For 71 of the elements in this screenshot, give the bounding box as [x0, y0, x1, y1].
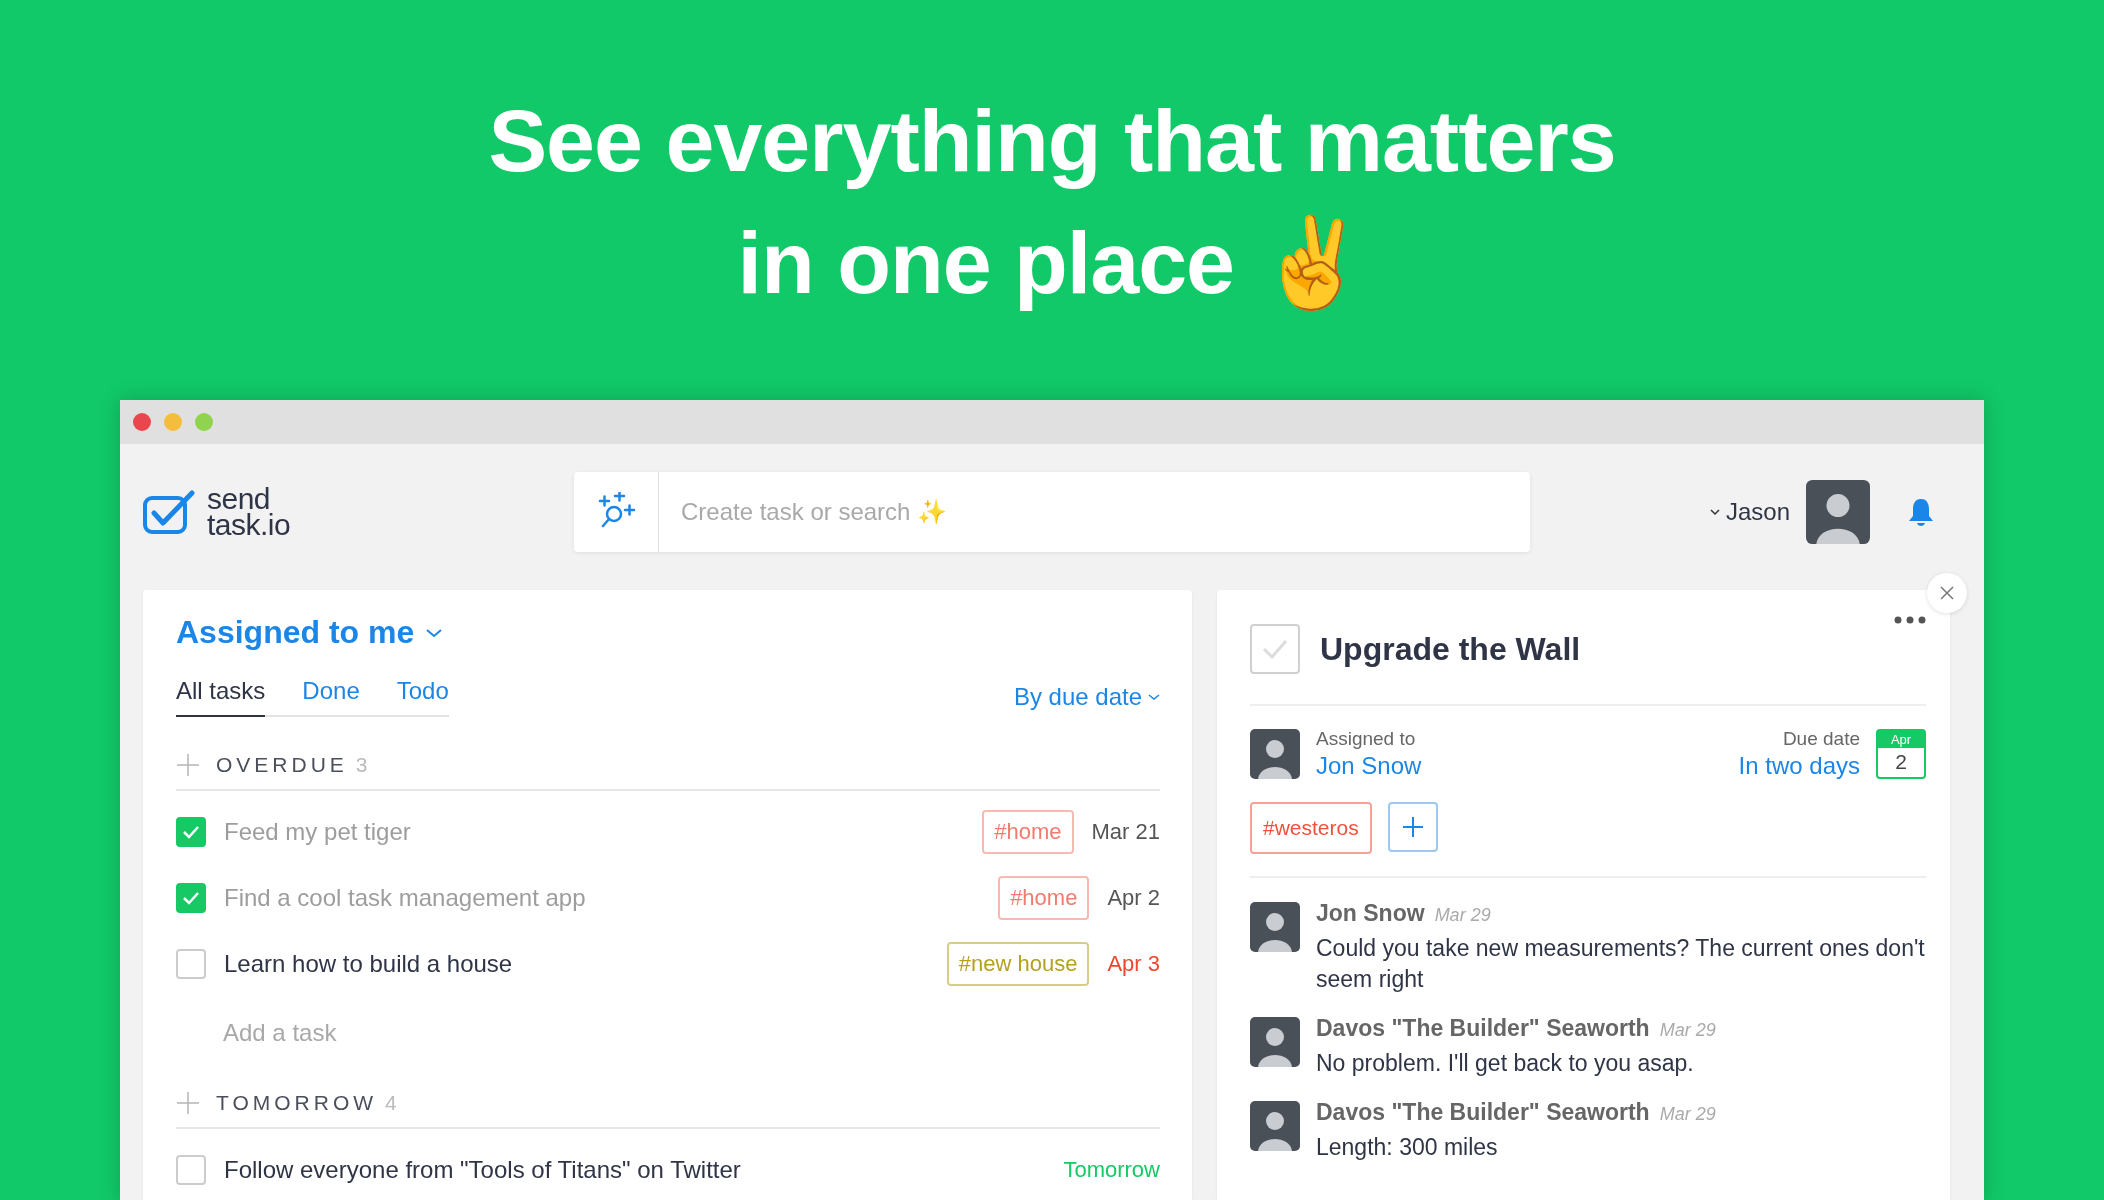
- task-tag[interactable]: #new house: [946, 942, 1090, 986]
- plus-icon: [176, 1091, 200, 1115]
- headline: See everything that matters: [488, 90, 1616, 192]
- person-avatar: [1250, 729, 1300, 779]
- caret-icon: [426, 627, 443, 638]
- field-label: Assigned to: [1316, 728, 1417, 750]
- caret-icon: [1148, 693, 1160, 701]
- sort-dropdown[interactable]: By due date: [1013, 683, 1160, 711]
- task-checkbox[interactable]: [176, 1155, 206, 1185]
- task-checkbox[interactable]: [176, 817, 206, 847]
- comment-date: Mar 29: [1659, 1020, 1716, 1041]
- section-count: 4: [385, 1091, 397, 1115]
- due-date: Mar 21: [1091, 819, 1160, 845]
- task-title[interactable]: Feed my pet tiger: [224, 818, 965, 846]
- section-title: TOMORROW: [216, 1091, 378, 1115]
- plus-icon: [1401, 816, 1424, 838]
- due-date: Tomorrow: [1063, 1157, 1160, 1183]
- field-label: Due date: [1782, 728, 1860, 750]
- task-tag[interactable]: #home: [998, 876, 1090, 920]
- task-checkbox[interactable]: [176, 949, 206, 979]
- due-date-link[interactable]: In two days: [1738, 752, 1860, 780]
- filter-tab[interactable]: All tasks: [176, 677, 266, 717]
- window-close-button[interactable]: [133, 413, 151, 431]
- more-icon: [1894, 616, 1926, 624]
- due-date: Apr 2: [1107, 885, 1160, 911]
- comment-date: Mar 29: [1659, 1104, 1716, 1125]
- person-avatar: [1250, 1101, 1300, 1151]
- task-tag[interactable]: #westeros: [1250, 802, 1372, 854]
- window-minimize-button[interactable]: [164, 413, 182, 431]
- add-tag-button[interactable]: [1387, 802, 1438, 852]
- task-title: Upgrade the Wall: [1320, 630, 1582, 668]
- add-task-field[interactable]: Add a task: [176, 1019, 1160, 1047]
- checkbox-logo-icon: [143, 490, 195, 534]
- check-icon: [182, 825, 200, 839]
- comment-author: Jon Snow: [1316, 900, 1425, 927]
- comment-date: Mar 29: [1434, 905, 1491, 926]
- comment-text: No problem. I'll get back to you asap.: [1316, 1049, 1695, 1078]
- close-button[interactable]: [1927, 573, 1967, 613]
- check-icon: [182, 891, 200, 905]
- plus-icon: [176, 753, 200, 777]
- comment-author: Davos "The Builder" Seaworth: [1316, 1015, 1650, 1042]
- search-bar[interactable]: Create task or search ✨: [574, 472, 1530, 552]
- section-title: OVERDUE: [216, 753, 348, 777]
- user-menu[interactable]: Jason: [1709, 498, 1790, 526]
- caret-icon: [1709, 508, 1720, 516]
- filter-tab[interactable]: Done: [302, 677, 360, 717]
- list-title-dropdown[interactable]: Assigned to me: [176, 614, 443, 651]
- bell-icon: [1906, 497, 1936, 527]
- task-title[interactable]: Find a cool task management app: [224, 884, 981, 912]
- task-checkbox[interactable]: [176, 883, 206, 913]
- calendar-date[interactable]: Apr 2: [1876, 729, 1926, 779]
- task-tag[interactable]: #home: [982, 810, 1074, 854]
- close-icon: [1940, 586, 1954, 600]
- task-title[interactable]: Follow everyone from "Tools of Titans" on Twitter: [224, 1156, 1046, 1184]
- headline: in one place ✌: [737, 212, 1367, 314]
- comment-text: Length: 300 miles: [1316, 1133, 1499, 1162]
- window-zoom-button[interactable]: [195, 413, 213, 431]
- section-count: 3: [355, 753, 368, 777]
- search-field[interactable]: Create task or search ✨: [659, 497, 1530, 527]
- comment-author: Davos "The Builder" Seaworth: [1316, 1099, 1650, 1126]
- person-avatar: [1250, 902, 1300, 952]
- assignee-link[interactable]: Jon Snow: [1316, 752, 1422, 780]
- due-date: Apr 3: [1107, 951, 1160, 977]
- check-icon: [1262, 639, 1288, 659]
- task-title[interactable]: Learn how to build a house: [224, 950, 929, 978]
- comment-text: Could you take new measurements? The current ones don't seem right: [1316, 934, 1926, 994]
- task-checkbox[interactable]: [1250, 624, 1300, 674]
- filter-tab[interactable]: Todo: [396, 677, 449, 717]
- person-avatar: [1806, 480, 1870, 544]
- logo-text: send task.io: [207, 486, 291, 538]
- person-avatar: [1250, 1017, 1300, 1067]
